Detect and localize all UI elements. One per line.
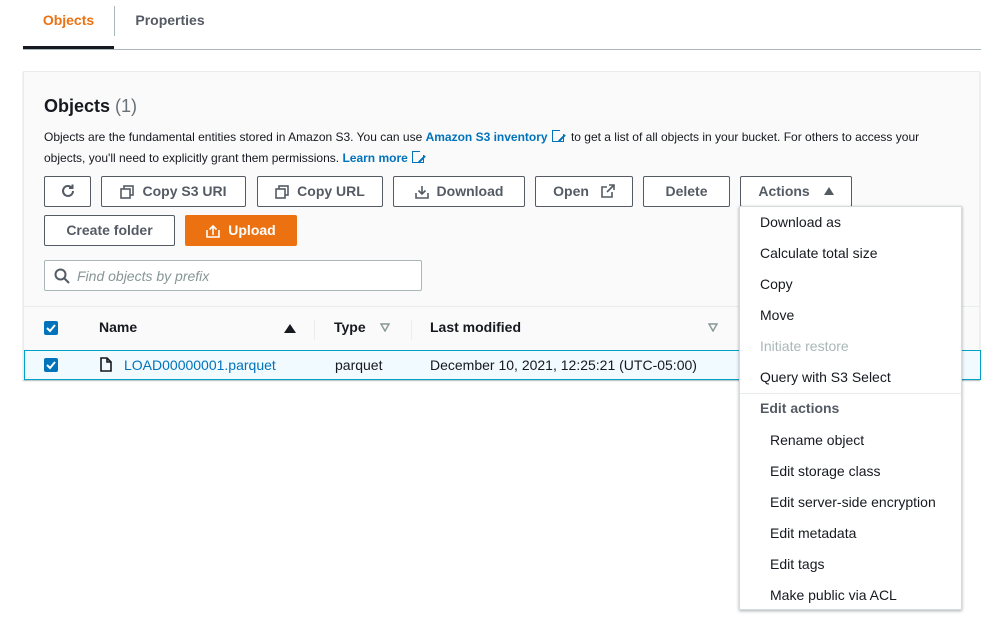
s3-inventory-link[interactable]: Amazon S3 inventory: [426, 130, 548, 144]
select-all-checkbox[interactable]: [44, 321, 58, 335]
download-button[interactable]: Download: [393, 176, 525, 207]
actions-label: Actions: [758, 183, 810, 199]
sort-icon[interactable]: [708, 323, 718, 332]
actions-menu: Download as Calculate total size Copy Mo…: [739, 206, 962, 610]
check-icon: [46, 324, 56, 333]
copy-s3-uri-button[interactable]: Copy S3 URI: [101, 176, 246, 207]
menu-group-edit-actions: Edit actions: [760, 400, 840, 416]
tab-bar: Objects Properties: [23, 0, 981, 50]
menu-item-copy[interactable]: Copy: [760, 276, 793, 292]
menu-item-move[interactable]: Move: [760, 307, 794, 323]
upload-label: Upload: [228, 222, 276, 238]
column-header-name[interactable]: Name: [99, 319, 137, 335]
object-type: parquet: [335, 357, 383, 373]
menu-item-query-with-s3-select[interactable]: Query with S3 Select: [760, 369, 891, 385]
column-header-type[interactable]: Type: [334, 319, 366, 335]
create-folder-label: Create folder: [66, 222, 153, 238]
column-separator: [411, 320, 412, 340]
external-link-icon: [601, 183, 615, 198]
menu-item-edit-metadata[interactable]: Edit metadata: [770, 525, 856, 541]
object-last-modified: December 10, 2021, 12:25:21 (UTC-05:00): [430, 357, 697, 373]
copy-icon: [275, 185, 289, 200]
sort-ascending-icon[interactable]: [284, 324, 296, 333]
upload-button[interactable]: Upload: [185, 215, 297, 246]
search-icon: [54, 268, 70, 284]
open-button[interactable]: Open: [535, 176, 633, 207]
panel-description: Objects are the fundamental entities sto…: [44, 127, 949, 169]
sort-icon[interactable]: [380, 323, 390, 332]
menu-divider: [740, 393, 961, 394]
caret-up-icon: [823, 186, 834, 195]
tab-objects[interactable]: Objects: [23, 0, 114, 49]
search-box: [44, 260, 422, 291]
description-text-1: Objects are the fundamental entities sto…: [44, 130, 426, 144]
copy-url-button[interactable]: Copy URL: [257, 176, 383, 207]
menu-item-edit-server-side-encryption[interactable]: Edit server-side encryption: [770, 494, 936, 510]
delete-button[interactable]: Delete: [643, 176, 730, 207]
check-icon: [46, 361, 56, 370]
menu-item-download-as[interactable]: Download as: [760, 214, 841, 230]
upload-icon: [206, 225, 221, 239]
file-icon: [100, 357, 112, 372]
actions-button[interactable]: Actions: [740, 176, 852, 207]
delete-label: Delete: [665, 183, 708, 199]
learn-more-link[interactable]: Learn more: [342, 151, 407, 165]
menu-item-initiate-restore: Initiate restore: [760, 338, 849, 354]
panel-title: Objects (1): [44, 96, 137, 117]
object-count: (1): [115, 96, 138, 116]
menu-item-calculate-total-size[interactable]: Calculate total size: [760, 245, 878, 261]
menu-item-edit-tags[interactable]: Edit tags: [770, 556, 824, 572]
external-link-icon: [551, 128, 566, 142]
download-label: Download: [436, 183, 504, 199]
open-label: Open: [553, 183, 589, 199]
search-input[interactable]: [77, 266, 407, 286]
panel-title-text: Objects: [44, 96, 111, 116]
object-name-link[interactable]: LOAD00000001.parquet: [124, 357, 276, 373]
row-checkbox[interactable]: [44, 358, 58, 372]
create-folder-button[interactable]: Create folder: [44, 215, 175, 246]
column-separator: [314, 320, 315, 340]
menu-item-rename-object[interactable]: Rename object: [770, 432, 864, 448]
copy-s3-uri-label: Copy S3 URI: [142, 183, 227, 199]
tab-properties[interactable]: Properties: [115, 0, 225, 49]
refresh-icon: [61, 184, 74, 197]
external-link-icon: [411, 149, 426, 163]
copy-url-label: Copy URL: [297, 183, 365, 199]
refresh-button[interactable]: [44, 176, 91, 207]
copy-icon: [120, 185, 135, 200]
menu-item-edit-storage-class[interactable]: Edit storage class: [770, 463, 881, 479]
download-icon: [414, 186, 429, 200]
column-header-last-modified[interactable]: Last modified: [430, 319, 521, 335]
menu-item-make-public-via-acl[interactable]: Make public via ACL: [770, 587, 897, 603]
